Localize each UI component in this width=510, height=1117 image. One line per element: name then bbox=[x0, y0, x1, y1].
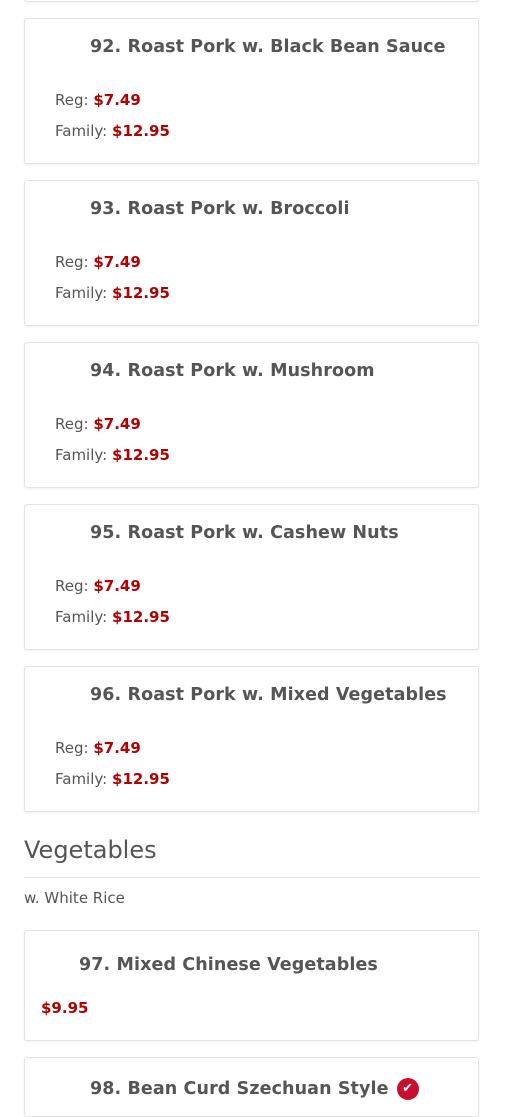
family-price: $12.95 bbox=[112, 122, 170, 140]
family-price-row: Family: $12.95 bbox=[55, 608, 170, 626]
menu-item-card-partial bbox=[24, 0, 479, 2]
menu-item-title: 96. Roast Pork w. Mixed Vegetables bbox=[90, 685, 447, 705]
item-price: $9.95 bbox=[41, 999, 89, 1017]
menu-item-card[interactable]: 95. Roast Pork w. Cashew Nuts Reg: $7.49… bbox=[24, 504, 479, 650]
family-price-label: Family: bbox=[55, 608, 108, 626]
family-price: $12.95 bbox=[112, 608, 170, 626]
family-price-row: Family: $12.95 bbox=[55, 122, 170, 140]
reg-price-row: Reg: $7.49 bbox=[55, 415, 141, 433]
menu-item-title: 97. Mixed Chinese Vegetables bbox=[79, 955, 378, 975]
family-price-label: Family: bbox=[55, 446, 108, 464]
menu-item-title: 93. Roast Pork w. Broccoli bbox=[90, 199, 350, 219]
reg-price-label: Reg: bbox=[55, 253, 89, 271]
family-price: $12.95 bbox=[112, 770, 170, 788]
menu-item-title: 92. Roast Pork w. Black Bean Sauce bbox=[90, 37, 446, 57]
family-price-label: Family: bbox=[55, 770, 108, 788]
menu-item-title: 94. Roast Pork w. Mushroom bbox=[90, 361, 375, 381]
family-price: $12.95 bbox=[112, 284, 170, 302]
reg-price-row: Reg: $7.49 bbox=[55, 91, 141, 109]
reg-price: $7.49 bbox=[93, 739, 141, 757]
reg-price-label: Reg: bbox=[55, 91, 89, 109]
menu-item-card[interactable]: 92. Roast Pork w. Black Bean Sauce Reg: … bbox=[24, 18, 479, 164]
menu-item-card[interactable]: 94. Roast Pork w. Mushroom Reg: $7.49 Fa… bbox=[24, 342, 479, 488]
family-price-row: Family: $12.95 bbox=[55, 446, 170, 464]
section-divider bbox=[24, 877, 480, 878]
price-row: $9.95 bbox=[41, 999, 88, 1017]
menu-item-card[interactable]: 97. Mixed Chinese Vegetables $9.95 bbox=[24, 930, 479, 1041]
family-price-label: Family: bbox=[55, 284, 108, 302]
chili-pepper-icon: ✔ bbox=[396, 1078, 419, 1100]
reg-price-label: Reg: bbox=[55, 739, 89, 757]
menu-item-title: 98. Bean Curd Szechuan Style ✔ bbox=[90, 1078, 419, 1100]
section-subtitle: w. White Rice bbox=[24, 889, 125, 907]
family-price-row: Family: $12.95 bbox=[55, 770, 170, 788]
family-price-label: Family: bbox=[55, 122, 108, 140]
menu-item-title-text: 98. Bean Curd Szechuan Style bbox=[90, 1079, 389, 1099]
reg-price-row: Reg: $7.49 bbox=[55, 577, 141, 595]
section-title: Vegetables bbox=[24, 836, 157, 864]
reg-price: $7.49 bbox=[93, 91, 141, 109]
family-price-row: Family: $12.95 bbox=[55, 284, 170, 302]
reg-price-row: Reg: $7.49 bbox=[55, 739, 141, 757]
reg-price-row: Reg: $7.49 bbox=[55, 253, 141, 271]
menu-item-card[interactable]: 98. Bean Curd Szechuan Style ✔ bbox=[24, 1057, 479, 1117]
reg-price-label: Reg: bbox=[55, 577, 89, 595]
reg-price-label: Reg: bbox=[55, 415, 89, 433]
menu-item-card[interactable]: 93. Roast Pork w. Broccoli Reg: $7.49 Fa… bbox=[24, 180, 479, 326]
reg-price: $7.49 bbox=[93, 415, 141, 433]
menu-item-card[interactable]: 96. Roast Pork w. Mixed Vegetables Reg: … bbox=[24, 666, 479, 812]
menu-item-title: 95. Roast Pork w. Cashew Nuts bbox=[90, 523, 399, 543]
family-price: $12.95 bbox=[112, 446, 170, 464]
reg-price: $7.49 bbox=[93, 253, 141, 271]
reg-price: $7.49 bbox=[93, 577, 141, 595]
